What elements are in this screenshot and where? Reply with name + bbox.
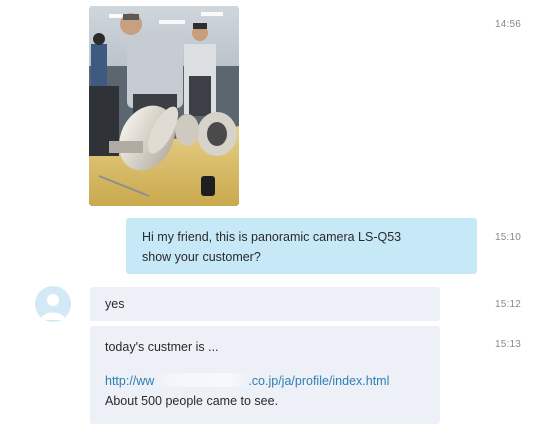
photo-message[interactable] — [89, 6, 239, 206]
photo-timestamp: 14:56 — [494, 19, 521, 30]
redacted-url-segment — [154, 373, 249, 387]
incoming-message[interactable]: yes — [90, 287, 440, 321]
user-icon — [41, 294, 65, 320]
incoming-message-line-3: About 500 people came to see. — [105, 394, 279, 408]
link-suffix: .co.jp/ja/profile/index.html — [248, 374, 390, 388]
camera-exhibition-photo — [89, 6, 239, 206]
outgoing-timestamp: 15:10 — [494, 232, 521, 243]
incoming-timestamp: 15:12 — [494, 299, 521, 310]
outgoing-message[interactable]: Hi my friend, this is panoramic camera L… — [126, 218, 477, 274]
incoming-timestamp: 15:13 — [494, 339, 521, 350]
outgoing-message-line-2: show your customer? — [142, 250, 261, 264]
contact-avatar[interactable] — [35, 286, 71, 322]
profile-link[interactable]: http://ww .co.jp/ja/profile/index.html — [105, 371, 425, 391]
chat-view: 14:56 Hi my friend, this is panoramic ca… — [0, 0, 554, 436]
incoming-message[interactable]: today's custmer is ... http://ww .co.jp/j… — [90, 326, 440, 424]
outgoing-message-line-1: Hi my friend, this is panoramic camera L… — [142, 230, 402, 244]
incoming-message-text: yes — [105, 297, 125, 311]
incoming-message-line-1: today's custmer is ... — [105, 340, 219, 354]
line-spacer — [105, 357, 425, 371]
link-prefix: http://ww — [105, 374, 155, 388]
